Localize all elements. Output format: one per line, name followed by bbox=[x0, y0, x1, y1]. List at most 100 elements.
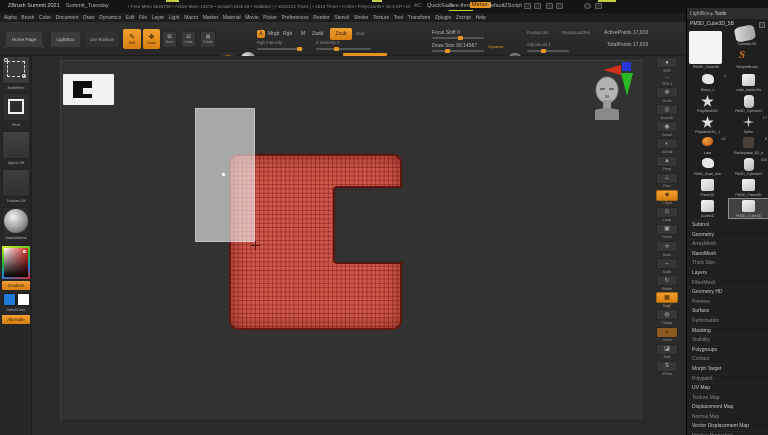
scale-gizmo-button[interactable]: ⊟ Scale bbox=[181, 31, 196, 48]
menu-item[interactable]: Stroke bbox=[354, 15, 368, 21]
palette-section-header[interactable]: Normal Map bbox=[687, 412, 768, 422]
palette-section-header[interactable]: Masking bbox=[687, 326, 768, 336]
menu-item[interactable]: Tool bbox=[394, 15, 403, 21]
palette-section-header[interactable]: Displacement Map bbox=[687, 402, 768, 412]
menu-item[interactable]: Dynamics bbox=[99, 15, 121, 21]
y-axis-arrow-icon[interactable] bbox=[621, 73, 633, 96]
shelf-button[interactable]: ◍ Transp bbox=[655, 309, 679, 325]
slider-nub[interactable] bbox=[458, 36, 463, 40]
menu-item[interactable]: Alpha bbox=[4, 15, 17, 21]
menu-item[interactable]: Texture bbox=[373, 15, 389, 21]
zcut-toggle[interactable]: Zcut bbox=[356, 31, 364, 36]
draw-button[interactable]: ✥ Draw bbox=[143, 29, 160, 49]
tool-thumbnail[interactable]: PolyMesh3D_1 bbox=[687, 114, 728, 135]
tool-options-button[interactable] bbox=[759, 22, 765, 28]
tool-thumbnail[interactable]: PM3D_Cylinder3 bbox=[728, 93, 768, 114]
palette-section-header[interactable]: Visibility bbox=[687, 335, 768, 345]
tool-thumbnail[interactable]: 8 Earthquake_82_s bbox=[728, 135, 768, 156]
mrgb-toggle[interactable]: Mrgb bbox=[268, 31, 279, 37]
shelf-button[interactable]: ● BPR bbox=[655, 57, 679, 73]
menu-item[interactable]: Picker bbox=[263, 15, 277, 21]
shelf-button[interactable]: ↻ Rotate bbox=[655, 275, 679, 291]
shelf-button[interactable]: ◐ AAHalf bbox=[655, 138, 679, 154]
palette-section-header[interactable]: Subtool bbox=[687, 220, 768, 230]
user-account-icon[interactable] bbox=[584, 3, 591, 9]
menu-item[interactable]: Stencil bbox=[334, 15, 349, 21]
move-gizmo-button[interactable]: ⊞ Move bbox=[162, 31, 177, 48]
z-intensity-slider[interactable] bbox=[316, 48, 371, 50]
current-stroke-thumbnail[interactable] bbox=[2, 93, 30, 121]
shelf-button[interactable]: ◎ Zoom3D bbox=[655, 104, 679, 120]
shelf-button[interactable]: ⇔ Scale bbox=[655, 258, 679, 274]
active-tool-thumbnail[interactable] bbox=[689, 31, 722, 64]
simplebrush-icon[interactable]: S bbox=[739, 49, 745, 61]
tool-thumbnail[interactable]: 17 Spike bbox=[728, 114, 768, 135]
palette-section-header[interactable]: Thick Skin bbox=[687, 258, 768, 268]
tool-thumbnail[interactable]: 168 PM3D_Cylinder3 bbox=[728, 156, 768, 177]
tool-thumbnail[interactable]: PM3D_Plane3D bbox=[728, 177, 768, 198]
menu-item[interactable]: Transform bbox=[408, 15, 431, 21]
palette-section-header[interactable]: Surface bbox=[687, 306, 768, 316]
menu-item[interactable]: Render bbox=[313, 15, 329, 21]
shelf-button[interactable]: ◉ Actual bbox=[655, 121, 679, 137]
edit-button[interactable]: ✎ Edit bbox=[123, 29, 141, 49]
menu-item[interactable]: Document bbox=[56, 15, 79, 21]
palette-section-header[interactable]: Morph Target bbox=[687, 364, 768, 374]
menu-item[interactable]: Preferences bbox=[282, 15, 309, 21]
lightbox-tab[interactable]: LightBox bbox=[690, 11, 709, 17]
palette-section-header[interactable]: Preview bbox=[687, 297, 768, 307]
palette-section-header[interactable]: Vector Displacement Map bbox=[687, 421, 768, 431]
zsub-toggle-active[interactable]: Zsub bbox=[330, 28, 352, 40]
palette-section-header[interactable]: FiberMesh bbox=[687, 278, 768, 288]
secondary-color-swatch[interactable] bbox=[17, 293, 30, 306]
shelf-button[interactable]: ⇅ XPose bbox=[655, 361, 679, 377]
palette-section-header[interactable]: ArrayMesh bbox=[687, 239, 768, 249]
palette-section-header[interactable]: Geometry bbox=[687, 230, 768, 240]
menu-item[interactable]: Layer bbox=[152, 15, 165, 21]
menu-item[interactable]: Light bbox=[169, 15, 180, 21]
tool-thumbnail[interactable]: 62 Lara bbox=[687, 135, 728, 156]
cylinder-tool-thumbnail[interactable] bbox=[734, 24, 757, 43]
palette-section-header[interactable]: Display Properties bbox=[687, 431, 768, 435]
tool-thumbnail[interactable]: Cube3D bbox=[687, 198, 728, 219]
shelf-button[interactable]: ◒ Ghost bbox=[655, 327, 679, 343]
tool-thumbnail[interactable]: cube_baseUVs bbox=[728, 72, 768, 93]
tools-tab[interactable]: Tools bbox=[715, 11, 727, 17]
replay-last-rel-button[interactable]: ReplayLastRel bbox=[562, 30, 590, 35]
lightbox-button[interactable]: LightBox bbox=[50, 31, 81, 48]
color-profile-icon[interactable] bbox=[546, 3, 553, 9]
draw-size-slider[interactable] bbox=[432, 50, 484, 52]
palette-section-header[interactable]: Polypaint bbox=[687, 374, 768, 384]
shelf-button[interactable]: ✛ Move bbox=[655, 241, 679, 257]
anchor-button[interactable]: A bbox=[257, 30, 265, 38]
knife-drag-rectangle[interactable] bbox=[195, 108, 255, 242]
shelf-button[interactable]: ▦ PolyF bbox=[655, 292, 679, 308]
rgb-toggle[interactable]: Rgb bbox=[283, 31, 292, 37]
menu-item[interactable]: Help bbox=[476, 15, 486, 21]
sign-in-icon[interactable] bbox=[595, 3, 602, 9]
gradient-button[interactable]: Gradient bbox=[2, 281, 30, 290]
interface-layout-icon[interactable] bbox=[524, 3, 531, 9]
menu-item[interactable]: File bbox=[139, 15, 147, 21]
palette-header[interactable]: LightBox ▶ Tools bbox=[687, 8, 768, 19]
shelf-button[interactable]: ◈ L.Sym bbox=[655, 190, 679, 206]
home-page-button[interactable]: Home Page bbox=[5, 31, 43, 48]
shelf-button[interactable]: ⊥ Floor bbox=[655, 173, 679, 189]
palette-section-header[interactable]: UV Map bbox=[687, 383, 768, 393]
palette-section-header[interactable]: Texture Map bbox=[687, 393, 768, 403]
z-axis-cube-icon[interactable] bbox=[622, 62, 631, 71]
focal-shift-slider[interactable] bbox=[432, 37, 484, 39]
tool-thumbnail[interactable]: PolyMesh3D bbox=[687, 93, 728, 114]
palette-section-header[interactable]: Layers bbox=[687, 268, 768, 278]
canvas-area[interactable] bbox=[32, 56, 648, 435]
tool-thumbnail[interactable]: RAW_Scan_low bbox=[687, 156, 728, 177]
zadd-toggle[interactable]: Zadd bbox=[312, 31, 323, 37]
shelf-button[interactable]: ✥ Scroll bbox=[655, 87, 679, 103]
palette-section-header[interactable]: Geometry HD bbox=[687, 287, 768, 297]
camview-head[interactable] bbox=[592, 76, 622, 122]
menu-item[interactable]: Marker bbox=[203, 15, 219, 21]
main-color-swatch[interactable] bbox=[3, 293, 16, 306]
tool-thumbnail[interactable]: Plane3D bbox=[687, 177, 728, 198]
rotate-gizmo-button[interactable]: ⊠ Rotate bbox=[200, 31, 216, 48]
shelf-button[interactable]: — SPix 3 bbox=[655, 74, 679, 86]
